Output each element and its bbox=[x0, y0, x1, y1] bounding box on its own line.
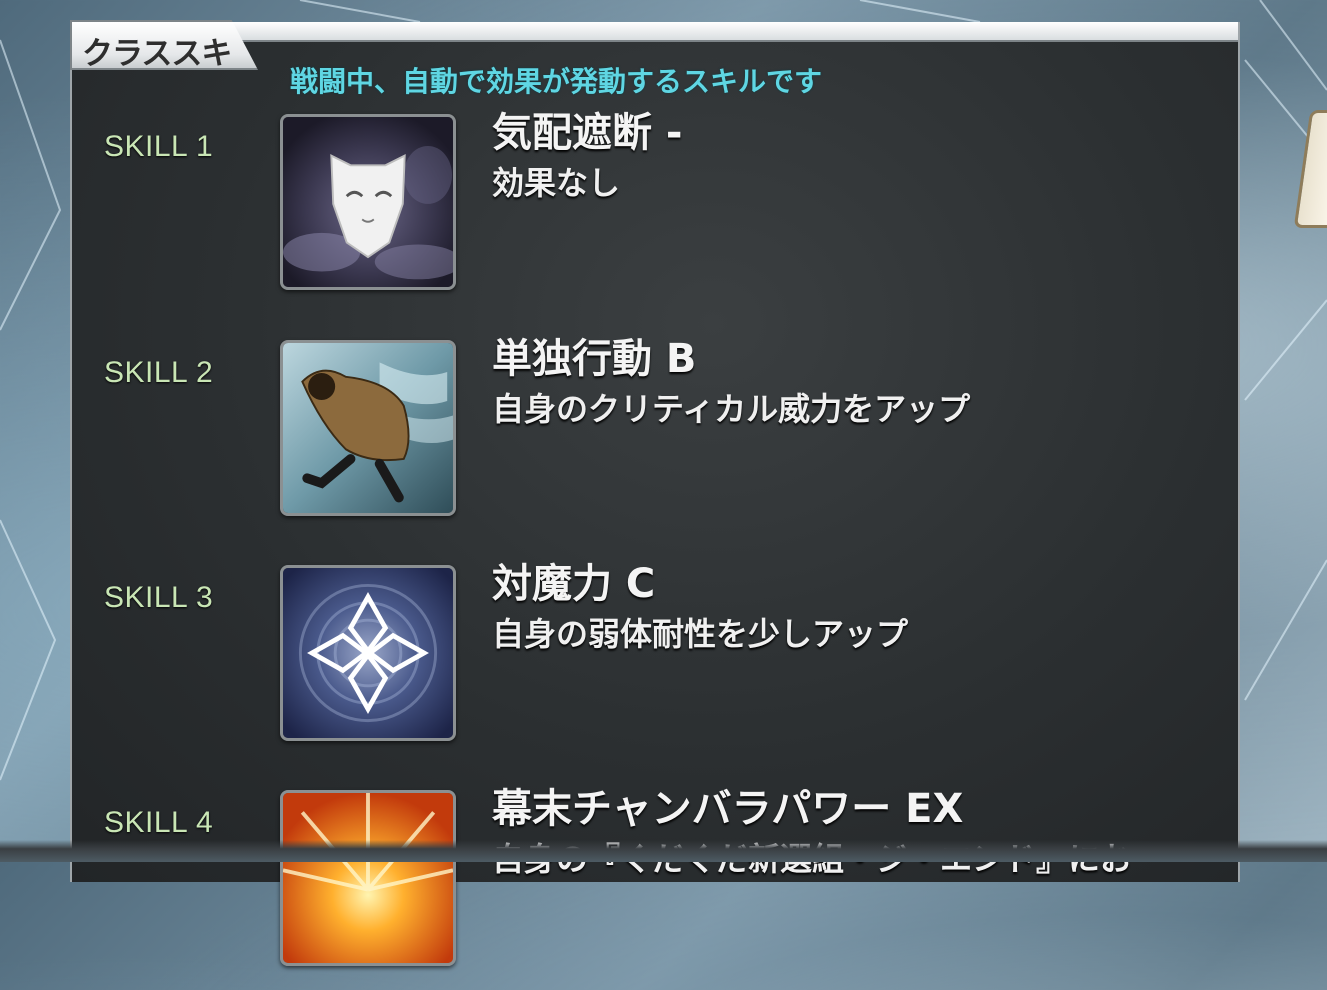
panel-header-tab: クラススキル bbox=[70, 20, 258, 70]
panel-subtitle: 戦闘中、自動で効果が発動するスキルです bbox=[290, 65, 823, 98]
class-skill-panel: クラススキル 戦闘中、自動で効果が発動するスキルです SKILL 1 気配遮断 … bbox=[70, 20, 1240, 966]
skill-label: SKILL 4 bbox=[104, 806, 214, 839]
skill-row-4: SKILL 4 幕末チャンバラパワー EX bbox=[72, 786, 1238, 990]
skill-label: SKILL 1 bbox=[104, 130, 214, 163]
orange-burst-icon[interactable] bbox=[280, 790, 456, 966]
four-diamond-swirl-icon[interactable] bbox=[280, 565, 456, 741]
skill-description: 効果なし bbox=[492, 164, 621, 202]
skill-row-1: SKILL 1 気配遮断 - 効果なし bbox=[72, 110, 1238, 314]
skill-label: SKILL 3 bbox=[104, 581, 214, 614]
panel-tab-label: クラススキル bbox=[82, 36, 232, 117]
skill-name: 気配遮断 - bbox=[492, 110, 683, 156]
skill-row-3: SKILL 3 対魔力 C 自身の弱体耐性を少しアップ bbox=[72, 561, 1238, 765]
skill-label: SKILL 2 bbox=[104, 356, 214, 389]
skill-name: 対魔力 C bbox=[492, 561, 656, 607]
bottom-edge-fade bbox=[0, 840, 1327, 862]
cloaked-runner-icon[interactable] bbox=[280, 340, 456, 516]
skill-description: 自身のクリティカル威力をアップ bbox=[492, 390, 971, 428]
skill-description: 自身の弱体耐性を少しアップ bbox=[492, 615, 909, 653]
panel-top-bar bbox=[72, 22, 1238, 42]
skill-name: 単独行動 B bbox=[492, 336, 697, 382]
skill-row-2: SKILL 2 単独行動 B 自身のクリティカル威力をアップ bbox=[72, 336, 1238, 540]
skill-name: 幕末チャンバラパワー EX bbox=[492, 786, 964, 832]
white-mask-smoke-icon[interactable] bbox=[280, 114, 456, 290]
